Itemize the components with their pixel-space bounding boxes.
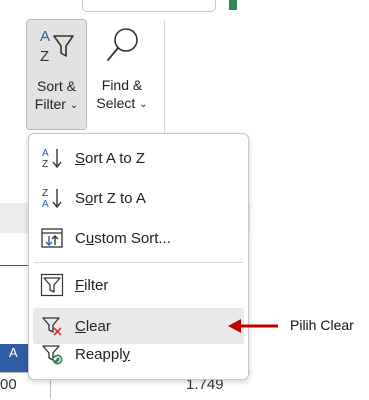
find-select-button[interactable]: Find & Select ⌄ (90, 19, 154, 128)
find-select-label-1: Find & (101, 77, 143, 93)
menu-item-label: Sort Z to A (75, 189, 146, 207)
chevron-down-icon: ⌄ (139, 99, 148, 110)
menu-item-filter[interactable]: Filter (33, 267, 244, 303)
svg-text:Z: Z (42, 188, 48, 199)
menu-item-sort-a-to-z[interactable]: A Z Sort A to Z (33, 140, 244, 176)
svg-text:Z: Z (42, 159, 48, 170)
menu-item-sort-z-to-a[interactable]: Z A Sort Z to A (33, 180, 244, 216)
reapply-filter-icon (40, 342, 64, 366)
annotation-arrow-icon (228, 319, 278, 333)
svg-text:A: A (42, 148, 49, 159)
svg-text:A: A (40, 28, 50, 45)
annotation-label: Pilih Clear (290, 317, 354, 333)
sort-filter-label-2: Filter (34, 96, 66, 112)
menu-item-label: Clear (75, 317, 111, 335)
cell-value-left: 00 (0, 376, 17, 393)
menu-item-label: Sort A to Z (75, 149, 146, 167)
find-select-label-2: Select (96, 95, 136, 111)
column-letter: A (9, 345, 18, 360)
menu-item-label: Custom Sort... (75, 229, 171, 247)
sort-descending-icon: Z A (40, 186, 64, 210)
magnifier-icon (90, 25, 154, 65)
sort-filter-label-1: Sort & (37, 78, 76, 94)
svg-text:Z: Z (40, 48, 49, 65)
custom-sort-icon (40, 226, 64, 250)
sort-ascending-icon: A Z (40, 146, 64, 170)
sort-filter-icon: A Z (27, 26, 86, 66)
sort-filter-menu: A Z Sort A to Z Z A Sort Z to A Custom S… (28, 133, 249, 380)
filter-icon (40, 273, 64, 297)
svg-text:A: A (42, 199, 49, 210)
clear-filter-icon (40, 314, 64, 338)
menu-item-custom-sort[interactable]: Custom Sort... (33, 220, 244, 256)
menu-item-reapply[interactable]: Reapply (33, 336, 244, 372)
chevron-down-icon: ⌄ (69, 100, 79, 111)
ribbon-group-divider (164, 20, 165, 148)
menu-item-label: Filter (75, 276, 109, 294)
sheet-gridline (0, 265, 30, 266)
name-box-fragment (82, 0, 216, 12)
menu-separator (34, 262, 243, 263)
menu-item-label: Reapply (75, 345, 131, 363)
ribbon-edge-fragment (229, 0, 237, 10)
sort-filter-button[interactable]: A Z Sort & Filter ⌄ (26, 19, 87, 130)
